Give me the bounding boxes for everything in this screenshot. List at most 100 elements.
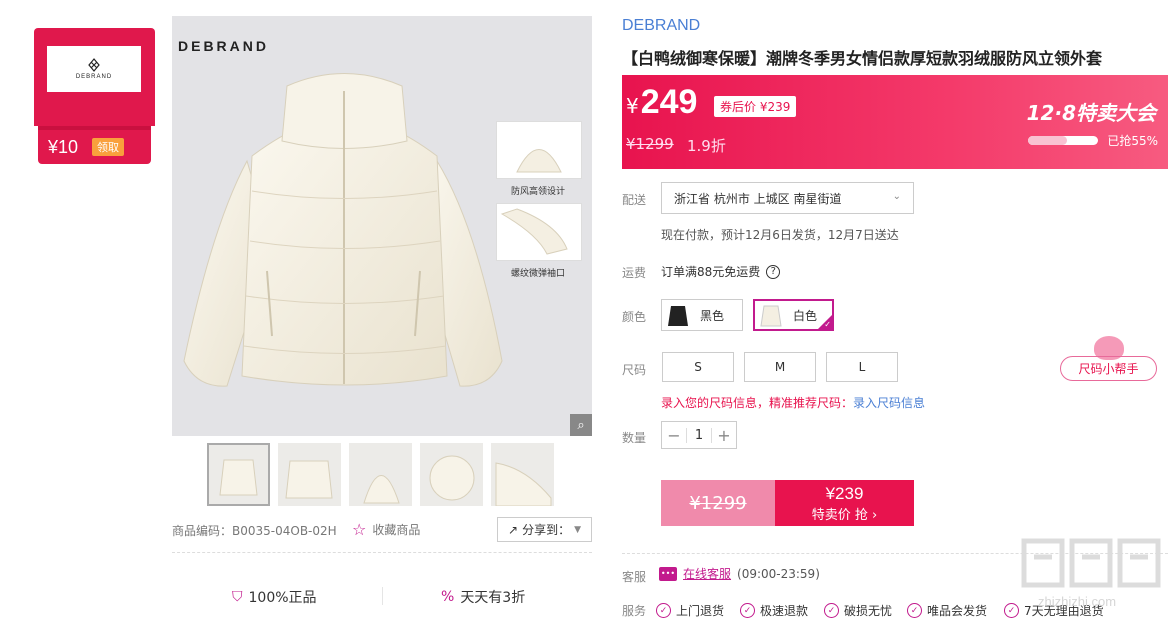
freight-info: 订单满88元免运费 ? bbox=[661, 263, 781, 280]
divider bbox=[172, 552, 592, 553]
size-option-s[interactable]: S bbox=[662, 352, 734, 382]
address-select[interactable]: 浙江省 杭州市 上城区 南星街道 ⌄ bbox=[661, 182, 914, 214]
detail-cuff-image bbox=[496, 203, 582, 261]
service-label: 服务 bbox=[622, 604, 647, 618]
size-record-link[interactable]: 录入尺码信息 bbox=[853, 396, 925, 410]
thumbnail[interactable] bbox=[420, 443, 483, 506]
detail-cuff-caption: 螺纹微弹袖口 bbox=[511, 269, 566, 279]
guarantee-authentic: ⛉ 100%正品 bbox=[232, 587, 317, 607]
sku-code: 商品编码：B0035-04OB-02H bbox=[172, 524, 337, 538]
buy-price: ¥239 bbox=[825, 483, 864, 503]
size-option-l[interactable]: L bbox=[826, 352, 898, 382]
coupon-amount: ¥10 bbox=[48, 136, 79, 157]
buy-action-label: 特卖价 抢 › bbox=[811, 507, 878, 523]
color-option-label: 黑色 bbox=[700, 308, 725, 323]
sold-progress-bar bbox=[1028, 136, 1098, 145]
color-option-black[interactable]: 黑色 bbox=[661, 299, 743, 331]
current-price: ¥ 249 bbox=[626, 83, 697, 122]
coupon-footer[interactable]: ¥10 领取 bbox=[38, 130, 151, 164]
size-label: 尺码 bbox=[622, 363, 647, 377]
product-meta-row: 商品编码：B0035-04OB-02H ☆ 收藏商品 ↗ 分享到： ▼ bbox=[172, 517, 592, 542]
brand-link[interactable]: DEBRAND bbox=[622, 17, 700, 35]
size-option-m[interactable]: M bbox=[744, 352, 816, 382]
freight-text: 订单满88元免运费 bbox=[661, 265, 761, 279]
service-item: ✓ 破损无忧 bbox=[824, 602, 892, 618]
price-value: 249 bbox=[640, 83, 698, 121]
customer-service: ••• 在线客服 (09:00-23:59) bbox=[659, 565, 820, 582]
check-circle-icon: ✓ bbox=[740, 603, 755, 618]
brand-logo-icon bbox=[88, 58, 100, 72]
coupon-header: DEBRAND bbox=[34, 28, 155, 126]
service-item: ✓ 上门退货 bbox=[656, 602, 724, 618]
main-product-image[interactable]: DEBRAND 防风高领设计 螺纹微弹袖口 ⌕ bbox=[172, 16, 592, 436]
favorite-label: 收藏商品 bbox=[372, 523, 421, 537]
share-icon: ↗ bbox=[508, 522, 519, 537]
shipping-estimate: 现在付款，预计12月6日发货，12月7日送达 bbox=[661, 228, 899, 242]
delivery-label: 配送 bbox=[622, 193, 647, 207]
check-circle-icon: ✓ bbox=[1004, 603, 1019, 618]
detail-collar-image bbox=[496, 121, 582, 179]
coupon-claim-button[interactable]: 领取 bbox=[92, 138, 125, 156]
chevron-down-icon: ▼ bbox=[574, 524, 581, 535]
service-item-label: 破损无忧 bbox=[844, 604, 893, 618]
guarantee-discount-label: 天天有3折 bbox=[460, 590, 526, 606]
buy-now-button[interactable]: ¥239 特卖价 抢 › bbox=[775, 480, 914, 526]
site-watermark-url: zhizhizhi.com bbox=[1038, 594, 1117, 609]
percent-icon: % bbox=[441, 589, 455, 605]
minus-button[interactable]: − bbox=[662, 426, 686, 445]
thumbnail[interactable] bbox=[278, 443, 341, 506]
check-circle-icon: ✓ bbox=[824, 603, 839, 618]
brand-logo: DEBRAND bbox=[47, 46, 141, 92]
thumbnail[interactable] bbox=[349, 443, 412, 506]
check-circle-icon: ✓ bbox=[656, 603, 671, 618]
guarantee-authentic-label: 100%正品 bbox=[248, 590, 317, 606]
discount-rate: 1.9折 bbox=[687, 137, 726, 155]
thumbnail[interactable] bbox=[207, 443, 270, 506]
sold-progress-fill bbox=[1028, 136, 1067, 145]
sold-percent: 已抢55% bbox=[1107, 134, 1158, 148]
share-label: 分享到： bbox=[522, 523, 571, 537]
service-hours: (09:00-23:59) bbox=[737, 566, 820, 581]
price-banner: ¥ 249 券后价 ¥239 ¥1299 1.9折 12·8特卖大会 已抢55% bbox=[622, 75, 1168, 169]
chat-icon: ••• bbox=[659, 566, 677, 581]
site-watermark-logo bbox=[1021, 538, 1161, 588]
color-option-label: 白色 bbox=[793, 308, 818, 323]
chevron-down-icon: ⌄ bbox=[892, 191, 901, 202]
detail-collar-caption: 防风高领设计 bbox=[511, 187, 566, 197]
color-option-white[interactable]: 白色 ✓ bbox=[753, 299, 834, 331]
quantity-value[interactable]: 1 bbox=[686, 427, 712, 443]
quantity-label: 数量 bbox=[622, 431, 647, 445]
service-item-label: 极速退款 bbox=[760, 604, 809, 618]
original-price: ¥1299 bbox=[626, 135, 674, 153]
check-icon: ✓ bbox=[824, 320, 831, 329]
service-item-label: 上门退货 bbox=[676, 604, 725, 618]
festival-title: 12·8特卖大会 bbox=[1026, 101, 1156, 125]
online-service-link[interactable]: 在线客服 bbox=[683, 565, 731, 582]
zoom-icon[interactable]: ⌕ bbox=[570, 414, 592, 436]
product-title: 【白鸭绒御寒保暖】潮牌冬季男女情侣款厚短款羽绒服防风立领外套 bbox=[622, 49, 1103, 68]
service-item: ✓ 唯品会发货 bbox=[907, 602, 987, 618]
shield-icon: ⛉ bbox=[232, 589, 243, 605]
after-coupon-badge: 券后价 ¥239 bbox=[714, 96, 797, 117]
divider bbox=[382, 587, 383, 605]
color-label: 颜色 bbox=[622, 310, 647, 324]
size-tip-text: 录入您的尺码信息，精准推荐尺码： bbox=[661, 396, 854, 410]
quantity-stepper[interactable]: − 1 + bbox=[661, 421, 737, 449]
address-value: 浙江省 杭州市 上城区 南星街道 bbox=[674, 191, 842, 206]
white-jacket-swatch bbox=[760, 305, 782, 327]
size-tip: 录入您的尺码信息，精准推荐尺码：录入尺码信息 bbox=[661, 394, 925, 411]
guarantee-discount: % 天天有3折 bbox=[441, 587, 525, 607]
thumbnail[interactable] bbox=[491, 443, 554, 506]
help-icon[interactable]: ? bbox=[766, 264, 781, 279]
service-item-label: 唯品会发货 bbox=[927, 604, 988, 618]
freight-label: 运费 bbox=[622, 266, 647, 280]
check-circle-icon: ✓ bbox=[907, 603, 922, 618]
plus-button[interactable]: + bbox=[712, 426, 736, 445]
star-icon: ☆ bbox=[352, 520, 367, 539]
original-price-button[interactable]: ¥1299 bbox=[661, 480, 775, 526]
favorite-button[interactable]: ☆ 收藏商品 bbox=[352, 520, 420, 539]
share-dropdown[interactable]: ↗ 分享到： ▼ bbox=[497, 517, 592, 542]
customer-service-label: 客服 bbox=[622, 570, 647, 584]
black-jacket-swatch bbox=[668, 306, 688, 326]
size-helper-button[interactable]: 尺码小帮手 bbox=[1060, 356, 1157, 381]
